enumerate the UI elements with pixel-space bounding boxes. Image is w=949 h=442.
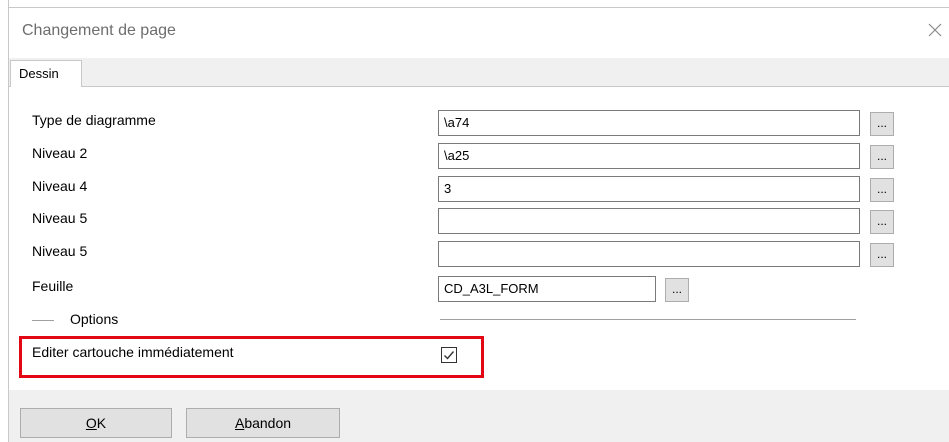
ok-button[interactable]: OK [20,408,172,438]
cancel-button-label: bandon [244,415,292,431]
level-5b-field[interactable] [438,241,860,267]
dialog-title: Changement de page [22,22,176,39]
field-label-sheet: Feuille [32,278,74,294]
options-divider-right [440,319,856,320]
options-divider-left [32,320,54,321]
level-5a-browse-button[interactable]: ... [870,210,894,234]
close-icon[interactable] [925,20,945,40]
level-5b-browse-button[interactable]: ... [870,243,894,267]
level-2-field[interactable]: \a25 [438,143,860,169]
edit-cartouche-label: Editer cartouche immédiatement [32,344,234,360]
checkmark-icon [444,351,455,360]
level-2-browse-button[interactable]: ... [870,145,894,169]
diagram-type-field[interactable]: \a74 [438,110,860,136]
cancel-button-mnemonic: A [234,415,245,431]
options-group-label: Options [70,311,119,327]
field-label-level-2: Niveau 2 [32,145,88,161]
level-5a-field[interactable] [438,208,860,234]
edit-cartouche-checkbox[interactable] [441,347,457,363]
field-label-level-5b: Niveau 5 [32,243,88,259]
field-label-level-5a: Niveau 5 [32,210,88,226]
sheet-browse-button[interactable]: ... [665,278,689,302]
sheet-field[interactable]: CD_A3L_FORM [438,276,656,302]
dialog-top-border [8,7,949,8]
level-4-browse-button[interactable]: ... [870,178,894,202]
tab-strip [9,58,949,87]
ok-button-mnemonic: O [85,415,97,431]
field-label-diagram-type: Type de diagramme [32,112,156,128]
page-change-dialog: Changement de page Dessin Type de diagra… [0,0,949,442]
level-4-field[interactable]: 3 [438,176,860,202]
tab-dessin[interactable]: Dessin [10,60,82,87]
ok-button-label: K [96,415,107,431]
cancel-button[interactable]: Abandon [186,408,340,438]
field-label-level-4: Niveau 4 [32,178,88,194]
diagram-type-browse-button[interactable]: ... [870,112,894,136]
